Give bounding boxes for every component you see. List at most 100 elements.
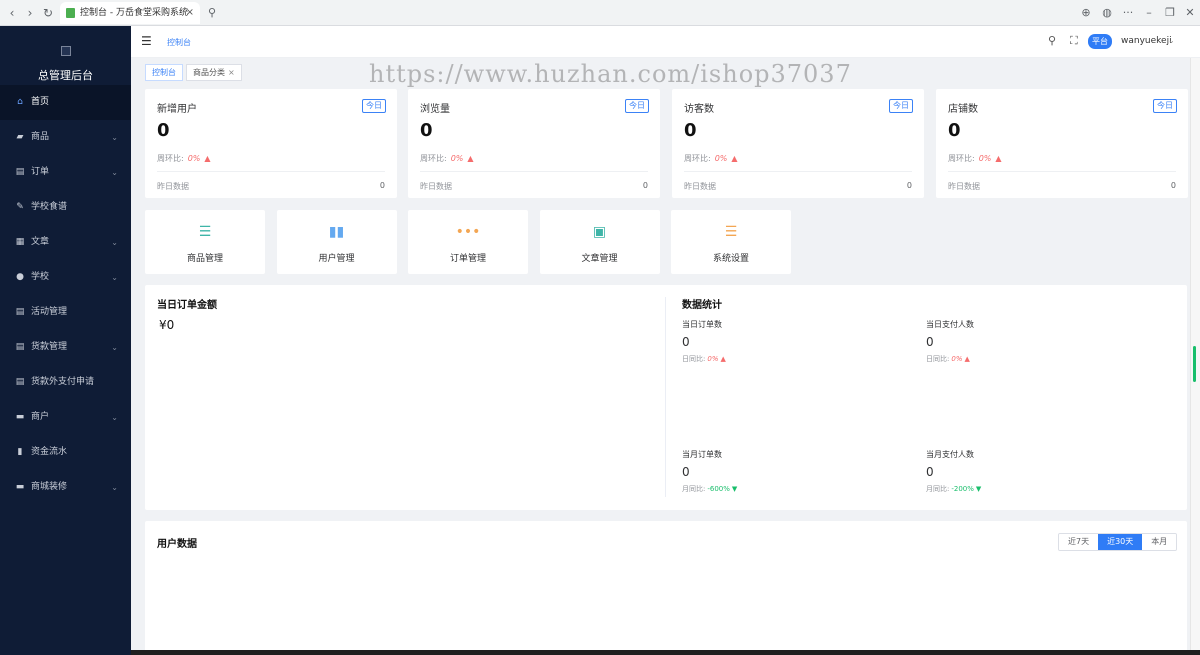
sidebar-item-label: 学校 (31, 272, 50, 282)
sidebar-item-2[interactable]: ▤ 订单 ⌄ (0, 155, 131, 190)
range-button-1[interactable]: 近30天 (1098, 534, 1143, 550)
menu-toggle-icon[interactable]: ☰ (141, 35, 153, 47)
sidebar-item-6[interactable]: ▤ 活动管理 (0, 295, 131, 330)
sidebar-item-11[interactable]: ▬ 商城装修 ⌄ (0, 470, 131, 505)
sidebar-item-label: 商户 (31, 412, 50, 422)
sidebar-item-7[interactable]: ▤ 货款管理 ⌄ (0, 330, 131, 365)
chevron-down-icon: ⌄ (111, 168, 118, 177)
browser-search-icon[interactable]: ⚲ (204, 5, 220, 21)
tab-close-icon[interactable]: × (228, 68, 235, 77)
shortcut-3[interactable]: ▣ 文章管理 (539, 210, 660, 274)
data-stat-compare: 月同比: -200% ▼ (926, 484, 981, 494)
sidebar-item-label: 学校食谱 (31, 202, 68, 212)
more-dots-icon: ••• (455, 224, 481, 240)
range-button-0[interactable]: 近7天 (1059, 534, 1099, 550)
platform-badge[interactable]: 平台 (1088, 34, 1112, 49)
scrollbar-thumb[interactable] (1193, 346, 1196, 382)
window-close-icon[interactable]: ✕ (1182, 5, 1198, 21)
stat-title: 访客数 (684, 104, 714, 115)
download-icon[interactable]: ⊕ (1078, 5, 1094, 21)
search-icon[interactable]: ⚲ (1048, 34, 1056, 47)
sidebar: 总管理后台 ⌂ 首页 ▰ 商品 ⌄ ▤ 订单 ⌄ ✎ 学校食谱 ▦ 文章 ⌄ ● 学校 ⌄ ▤ 活动管理 ▤ 货款管理… (0, 26, 131, 655)
stat-card: 店铺数 今日 0 周环比: 0% ▲ 昨日数据 0 (936, 89, 1188, 198)
data-stat-value: 0 (682, 465, 690, 479)
browser-tab[interactable]: 控制台 - 万岳食堂采购系统 × (60, 2, 200, 24)
stat-value: 0 (157, 120, 170, 141)
username[interactable]: wanyuekeji (1121, 36, 1172, 46)
sidebar-item-5[interactable]: ● 学校 ⌄ (0, 260, 131, 295)
sidebar-item-10[interactable]: ▮ 资金流水 (0, 435, 131, 470)
shortcut-0[interactable]: ☰ 商品管理 (145, 210, 265, 274)
tab-goods-category[interactable]: 商品分类 × (186, 64, 242, 81)
settings-list-icon: ☰ (724, 224, 738, 240)
globe-icon[interactable]: ◍ (1099, 5, 1115, 21)
data-stat-label: 当日订单数 (682, 320, 722, 329)
sidebar-item-label: 活动管理 (31, 307, 68, 317)
week-compare-value: 0% (187, 154, 201, 163)
order-amount-value: ¥0 (159, 318, 175, 332)
back-icon[interactable]: ‹ (4, 5, 20, 21)
shortcut-2[interactable]: ••• 订单管理 (408, 210, 528, 274)
today-badge[interactable]: 今日 (1153, 99, 1177, 113)
sidebar-item-label: 资金流水 (31, 447, 68, 457)
logo (61, 46, 71, 56)
shortcut-1[interactable]: ▮▮ 用户管理 (276, 210, 397, 274)
sidebar-item-9[interactable]: ▬ 商户 ⌄ (0, 400, 131, 435)
tab-close-icon[interactable]: × (186, 2, 194, 24)
sidebar-item-label: 订单 (31, 167, 50, 177)
panel-divider (665, 297, 666, 497)
trend-up-icon: ▲ (467, 154, 474, 163)
yesterday-value: 0 (906, 181, 912, 190)
sidebar-item-8[interactable]: ▤ 货款外支付申请 (0, 365, 131, 400)
fullscreen-icon[interactable]: ⛶ (1070, 34, 1078, 48)
data-stat-value: 0 (926, 465, 934, 479)
stat-card: 浏览量 今日 0 周环比: 0% ▲ 昨日数据 0 (408, 89, 660, 198)
taskbar-strip (131, 650, 1200, 655)
shortcut-4[interactable]: ☰ 系统设置 (671, 210, 791, 274)
brush-icon: ▬ (15, 482, 25, 492)
shortcut-label: 订单管理 (449, 254, 486, 264)
chevron-down-icon: ⌄ (111, 343, 118, 352)
sidebar-item-label: 商品 (31, 132, 50, 142)
stat-card: 访客数 今日 0 周环比: 0% ▲ 昨日数据 0 (672, 89, 924, 198)
doc-icon: ▤ (15, 342, 25, 352)
compare-label: 月同比: (926, 485, 950, 493)
breadcrumb[interactable]: 控制台 (167, 37, 191, 48)
minimize-icon[interactable]: – (1141, 5, 1157, 21)
watermark: https://www.huzhan.com/ishop37037 (369, 60, 852, 88)
forward-icon[interactable]: › (22, 5, 38, 21)
restore-icon[interactable]: ❐ (1162, 5, 1178, 21)
week-compare-value: 0% (714, 154, 728, 163)
trend-up-icon: ▲ (720, 355, 726, 363)
compare-value: 0% (951, 355, 963, 363)
sidebar-item-label: 首页 (31, 97, 50, 107)
card-divider (157, 171, 385, 172)
week-compare: 周环比: 0% ▲ (157, 153, 211, 164)
sidebar-item-1[interactable]: ▰ 商品 ⌄ (0, 120, 131, 155)
range-button-2[interactable]: 本月 (1142, 534, 1177, 550)
article-icon: ▦ (15, 237, 25, 247)
compare-value: 0% (707, 355, 719, 363)
tab-goods-category-label: 商品分类 (193, 68, 225, 77)
sidebar-item-3[interactable]: ✎ 学校食谱 (0, 190, 131, 225)
sidebar-item-0[interactable]: ⌂ 首页 (0, 85, 131, 120)
week-compare-label: 周环比: (157, 154, 184, 163)
today-badge[interactable]: 今日 (625, 99, 649, 113)
today-badge[interactable]: 今日 (362, 99, 386, 113)
compare-label: 月同比: (682, 485, 706, 493)
tab-dashboard[interactable]: 控制台 (145, 64, 183, 81)
data-stat-label: 当月支付人数 (926, 450, 974, 459)
user-data-panel: 用户数据 近7天 近30天 本月 (145, 521, 1187, 655)
reload-icon[interactable]: ↻ (40, 5, 56, 21)
chevron-down-icon[interactable]: ⌄ (1168, 36, 1175, 45)
card-divider (420, 171, 648, 172)
more-icon[interactable]: ··· (1120, 5, 1136, 21)
data-stat-compare: 月同比: -600% ▼ (682, 484, 737, 494)
yesterday-value: 0 (379, 181, 385, 190)
sidebar-item-4[interactable]: ▦ 文章 ⌄ (0, 225, 131, 260)
compare-value: -200% (951, 485, 974, 493)
list-icon: ▤ (15, 307, 25, 317)
stat-card: 新增用户 今日 0 周环比: 0% ▲ 昨日数据 0 (145, 89, 397, 198)
today-badge[interactable]: 今日 (889, 99, 913, 113)
browser-toolbar: ‹ › ↻ 控制台 - 万岳食堂采购系统 × ⚲ ⊕ ◍ ··· – ❐ ✕ (0, 0, 1200, 26)
